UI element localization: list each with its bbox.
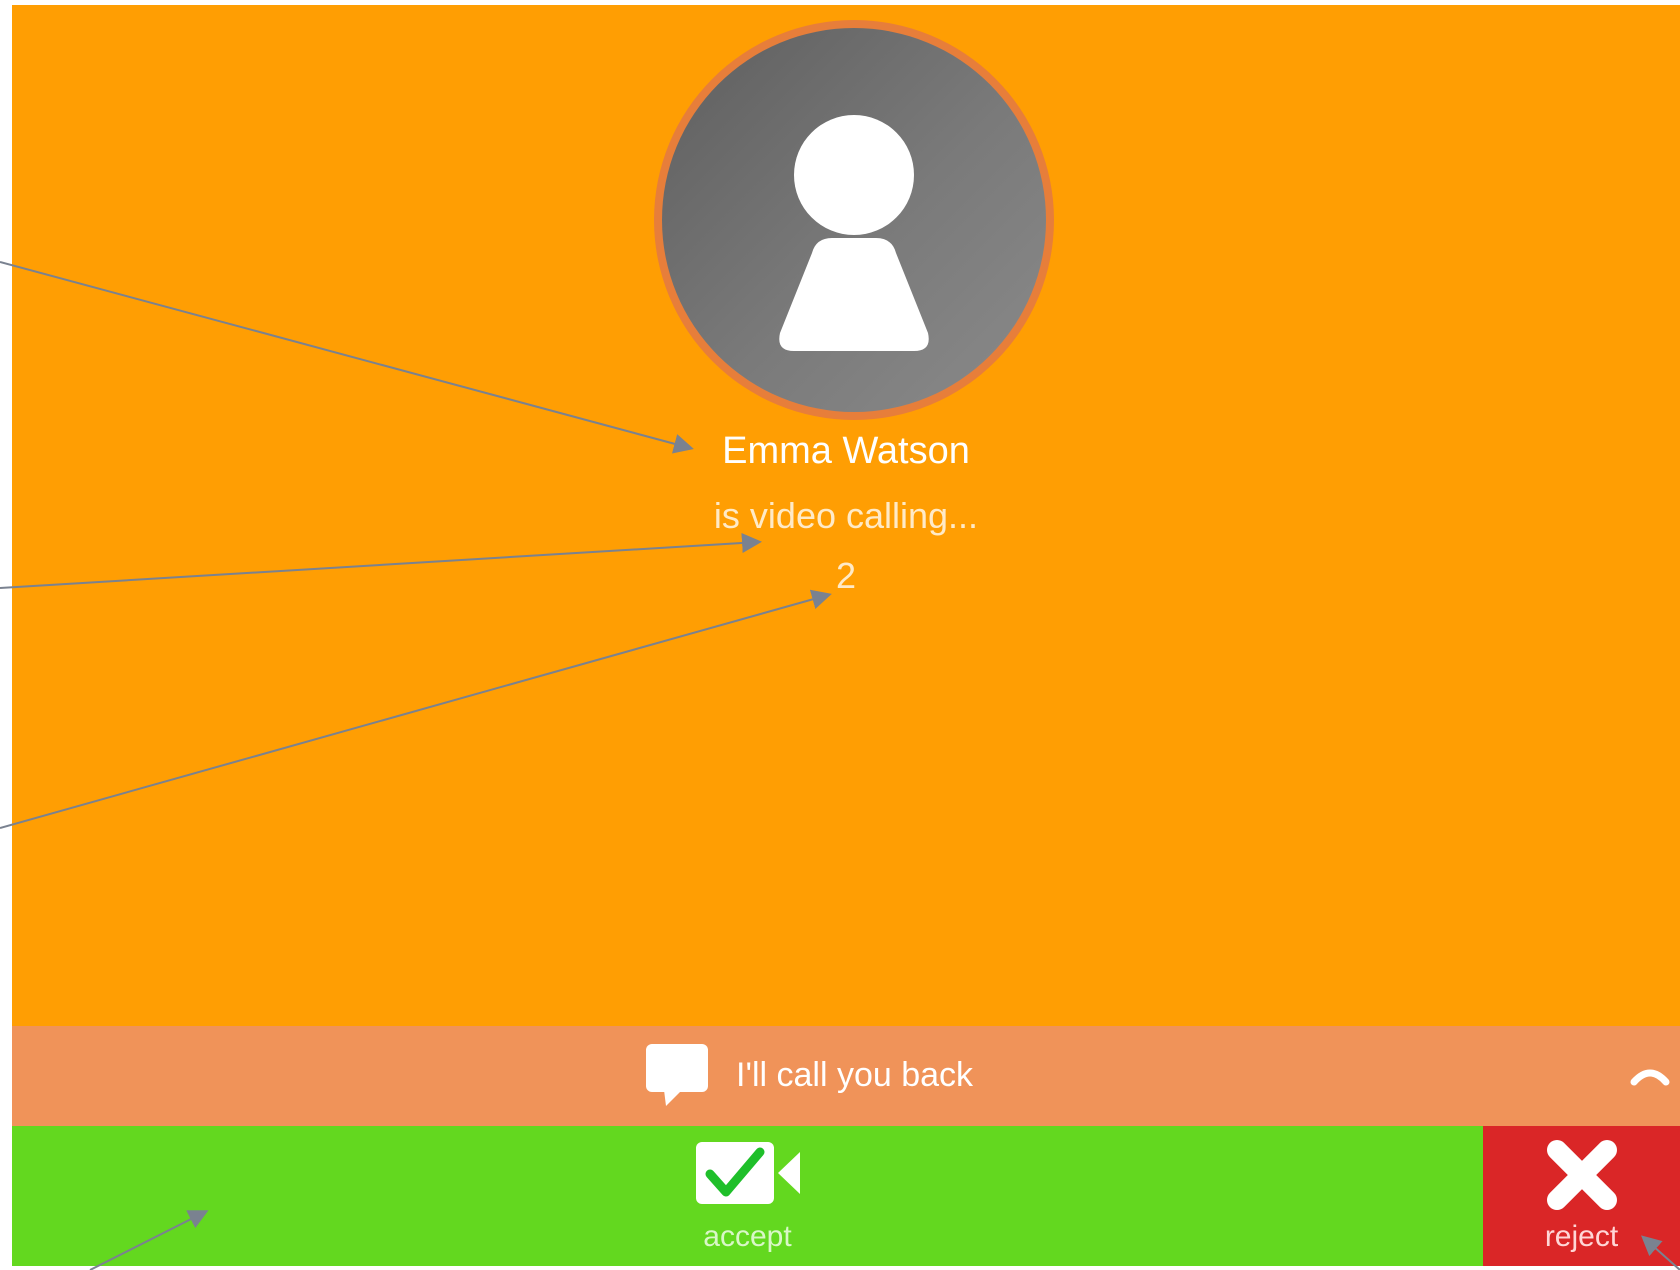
quick-reply-bar: I'll call you back <box>12 1026 1680 1126</box>
accept-label: accept <box>703 1220 792 1253</box>
speech-bubble-icon <box>646 1044 708 1106</box>
caller-name: Emma Watson <box>722 430 970 472</box>
reject-button[interactable]: reject <box>1483 1126 1680 1266</box>
avatar-background <box>662 28 1046 412</box>
chevron-up-icon[interactable] <box>1630 1056 1670 1096</box>
caller-avatar <box>654 20 1054 420</box>
call-status-text: is video calling... <box>713 495 979 536</box>
ring-counter: 2 <box>835 555 857 596</box>
video-check-icon <box>696 1142 800 1204</box>
accept-button[interactable]: accept <box>12 1126 1483 1266</box>
incoming-call-screen: Emma Watson is video calling... 2 I'll c… <box>12 5 1680 1266</box>
person-icon <box>779 115 929 351</box>
close-x-icon <box>1547 1140 1617 1210</box>
call-you-back-button[interactable]: I'll call you back <box>644 1040 973 1110</box>
reject-label: reject <box>1544 1220 1619 1253</box>
call-you-back-label: I'll call you back <box>736 1055 974 1094</box>
